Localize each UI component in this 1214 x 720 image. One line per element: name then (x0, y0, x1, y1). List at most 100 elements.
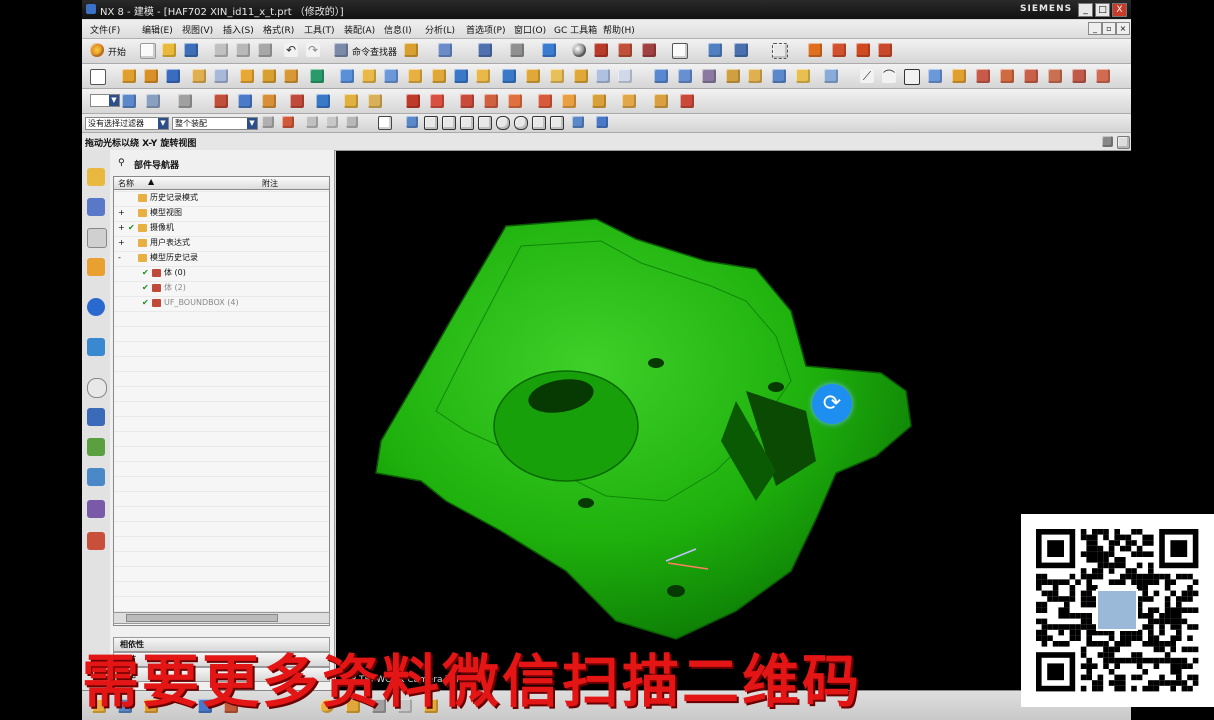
clock-icon[interactable] (87, 378, 107, 398)
datum-csys-icon[interactable] (310, 69, 324, 83)
line-icon[interactable]: ⟋ (860, 69, 874, 83)
trim-body-icon[interactable] (384, 69, 398, 83)
navigator-row[interactable]: ✔ 体 (0) (114, 266, 329, 280)
render-style-icon[interactable] (510, 43, 524, 57)
snap-face-icon[interactable] (572, 116, 584, 128)
menu-window[interactable]: 窗口(O) (514, 23, 546, 36)
through-curves-icon[interactable] (654, 69, 668, 83)
snap-existing-point-icon[interactable] (532, 116, 546, 130)
system-scene-icon[interactable] (87, 532, 105, 550)
measure-icon[interactable] (808, 43, 822, 57)
chamfer-icon[interactable] (432, 69, 446, 83)
menu-preferences[interactable]: 首选项(P) (466, 23, 505, 36)
bounded-plane-icon[interactable] (726, 69, 740, 83)
work-layer-icon[interactable] (772, 43, 788, 59)
new-component-icon[interactable] (430, 94, 444, 108)
layer-select[interactable]: ▼ (90, 94, 120, 107)
boss-icon[interactable] (214, 69, 228, 83)
redo-icon[interactable]: ↷ (306, 43, 320, 57)
unite-icon[interactable] (240, 69, 254, 83)
navigator-row[interactable]: ✔ UF_BOUNDBOX (4) (114, 296, 329, 310)
pin-icon[interactable]: ⚲ (118, 158, 125, 168)
navigator-hscrollbar[interactable] (113, 612, 330, 624)
feature-curve-icon[interactable] (306, 116, 318, 128)
shaded-icon[interactable] (542, 43, 556, 57)
layer-settings-icon[interactable] (122, 94, 136, 108)
menu-analysis[interactable]: 分析(L) (425, 23, 455, 36)
curve-analysis-icon[interactable] (832, 43, 846, 57)
spline-icon[interactable] (856, 43, 870, 57)
shell-icon[interactable] (454, 69, 468, 83)
navigator-row[interactable]: - 模型历史记录 (114, 251, 329, 265)
add-component-icon[interactable] (406, 94, 420, 108)
show-all-icon[interactable] (316, 94, 330, 108)
show-hide-icon[interactable] (238, 94, 252, 108)
rectangle-icon[interactable] (904, 69, 920, 85)
visibility-check-icon[interactable]: ✔ (128, 221, 135, 235)
rectangle-select-icon[interactable] (378, 116, 392, 130)
extension-icon[interactable] (748, 69, 762, 83)
copy-icon[interactable] (236, 43, 250, 57)
swept-icon[interactable] (678, 69, 692, 83)
revolve-icon[interactable] (144, 69, 158, 83)
sequence-icon[interactable] (622, 94, 636, 108)
cube-red-icon[interactable] (594, 43, 608, 57)
scale-body-icon[interactable] (574, 69, 588, 83)
manufacturing-wizard-icon[interactable] (87, 468, 105, 486)
n-sided-icon[interactable] (702, 69, 716, 83)
assembly-navigator-icon[interactable] (87, 168, 105, 186)
menu-file[interactable]: 文件(F) (90, 23, 120, 36)
menu-gc-toolbox[interactable]: GC 工具箱 (554, 23, 597, 36)
emboss-icon[interactable] (618, 69, 632, 83)
snap-arc-center-icon[interactable] (496, 116, 510, 130)
mirror-icon[interactable] (362, 69, 376, 83)
reuse-library-icon[interactable] (87, 258, 105, 276)
doc-close-button[interactable]: × (1116, 22, 1130, 35)
navigator-row[interactable]: + ✔ 摄像机 (114, 221, 329, 235)
graphics-window[interactable]: ⟳ TFR-TRI WORK Camera TFR-TRI (336, 151, 1131, 690)
menu-edit[interactable]: 编辑(E) (142, 23, 173, 36)
view-orient-icon[interactable] (708, 43, 722, 57)
explode-view-icon[interactable] (592, 94, 606, 108)
pattern-icon[interactable] (340, 69, 354, 83)
blank-icon[interactable] (262, 94, 276, 108)
roles-icon[interactable] (87, 500, 105, 518)
selection-scope-select[interactable]: 整个装配 ▼ (172, 117, 258, 130)
snap-midpoint-icon[interactable] (424, 116, 438, 130)
subtract-icon[interactable] (262, 69, 276, 83)
select-icon[interactable] (438, 43, 452, 57)
undo-icon[interactable]: ↶ (284, 43, 298, 57)
expand-toggle-icon[interactable]: + (118, 221, 125, 235)
fit-icon[interactable] (478, 43, 492, 57)
move-component-icon[interactable] (508, 94, 522, 108)
paste-icon[interactable] (258, 43, 272, 57)
layer-visible-icon[interactable] (146, 94, 160, 108)
draft-face-icon[interactable] (526, 69, 540, 83)
trim-curve-icon[interactable] (1072, 69, 1086, 83)
column-notes[interactable]: 附注 (262, 178, 278, 189)
general-selection-icon[interactable] (262, 116, 274, 128)
maximize-button[interactable]: □ (1095, 3, 1110, 17)
draft-icon[interactable] (878, 43, 892, 57)
cue-maximize-icon[interactable] (1117, 136, 1130, 149)
tangent-curve-icon[interactable] (346, 116, 358, 128)
navigator-row[interactable]: ✔ 体 (2) (114, 281, 329, 295)
clip-icon[interactable] (642, 43, 656, 57)
connected-curve-icon[interactable] (326, 116, 338, 128)
menu-view[interactable]: 视图(V) (182, 23, 213, 36)
arc-icon[interactable]: ⌒ (882, 69, 896, 83)
cube-section-icon[interactable] (618, 43, 632, 57)
sketch-icon[interactable] (90, 69, 106, 85)
history-icon[interactable] (87, 338, 105, 356)
edge-blend-icon[interactable] (408, 69, 422, 83)
selection-intent-icon[interactable] (282, 116, 294, 128)
edit-curve-icon[interactable] (1096, 69, 1110, 83)
minimize-button[interactable]: _ (1078, 3, 1093, 17)
menu-insert[interactable]: 插入(S) (223, 23, 254, 36)
bridge-curve-icon[interactable] (976, 69, 990, 83)
navigator-row[interactable]: + 用户表达式 (114, 236, 329, 250)
cue-toggle-icon[interactable] (1102, 136, 1113, 147)
snap-tangent-icon[interactable] (478, 116, 492, 130)
trimmed-sheet-icon[interactable] (796, 69, 810, 83)
save-icon[interactable] (184, 43, 198, 57)
